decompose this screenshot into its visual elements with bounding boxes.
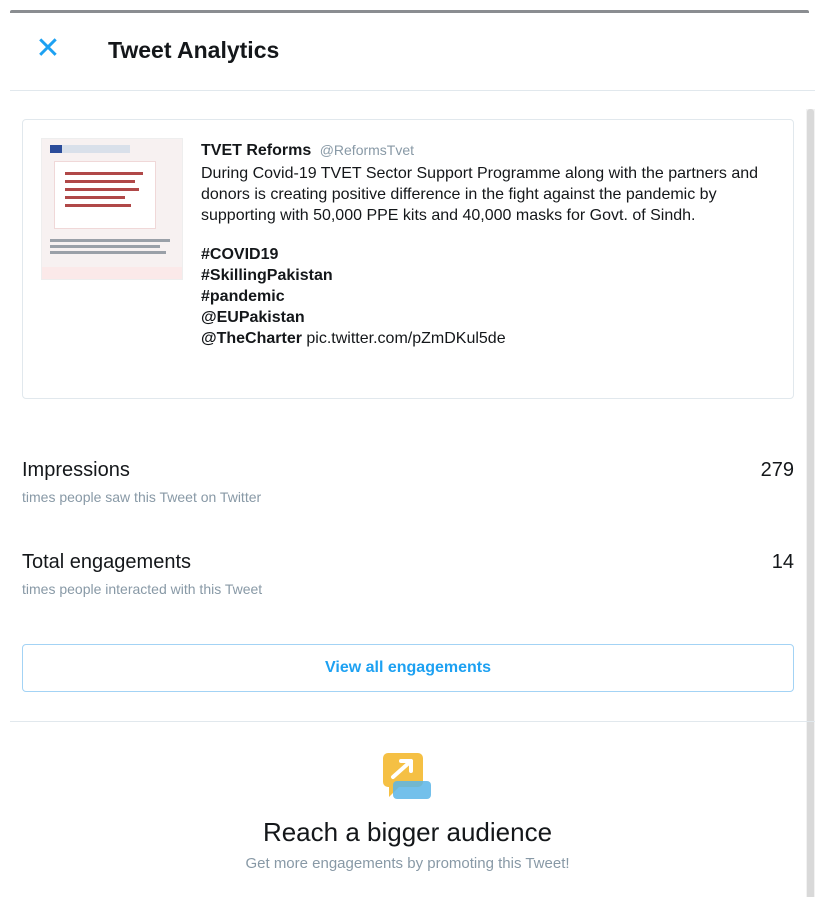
mention-link[interactable]: @TheCharter (201, 330, 302, 347)
hashtag-link[interactable]: #pandemic (201, 286, 776, 307)
section-divider (10, 721, 815, 722)
metric-value: 14 (771, 551, 794, 573)
tweet-card[interactable]: TVET Reforms @ReformsTvet During Covid-1… (22, 119, 794, 399)
metric-label: Total engagements (22, 551, 192, 573)
tweet-text: During Covid-19 TVET Sector Support Prog… (201, 165, 759, 224)
tweet-author-name[interactable]: TVET Reforms (201, 142, 311, 159)
tweet-media-link[interactable]: pic.twitter.com/pZmDKul5de (306, 330, 505, 347)
metric-description: times people saw this Tweet on Twitter (22, 489, 262, 505)
promo-title: Reach a bigger audience (262, 817, 553, 847)
tweet-analytics-modal: ✕ Tweet Analytics TVET Reforms @ReformsT… (10, 13, 815, 897)
view-all-engagements-button[interactable]: View all engagements (22, 644, 794, 692)
hashtag-link[interactable]: #COVID19 (201, 244, 776, 265)
scrollbar[interactable] (806, 109, 815, 897)
hashtag-link[interactable]: #SkillingPakistan (201, 265, 776, 286)
close-icon[interactable]: ✕ (34, 34, 62, 64)
modal-title: Tweet Analytics (108, 37, 280, 63)
promo-description: Get more engagements by promoting this T… (245, 855, 570, 872)
scrollbar-thumb[interactable] (807, 109, 814, 897)
modal-header: ✕ Tweet Analytics (10, 13, 815, 91)
metric-description: times people interacted with this Tweet (22, 581, 263, 597)
tweet-hashtags: #COVID19 #SkillingPakistan #pandemic @EU… (201, 244, 776, 349)
tweet-author-handle[interactable]: @ReformsTvet (320, 142, 414, 158)
mention-link[interactable]: @EUPakistan (201, 307, 776, 328)
tweet-body: TVET Reforms @ReformsTvet During Covid-1… (201, 140, 776, 349)
promote-chart-icon (383, 753, 431, 799)
window-top-edge (0, 0, 819, 13)
metric-label: Impressions (22, 459, 130, 481)
tweet-media-thumbnail[interactable] (41, 138, 183, 280)
metric-value: 279 (760, 459, 794, 481)
